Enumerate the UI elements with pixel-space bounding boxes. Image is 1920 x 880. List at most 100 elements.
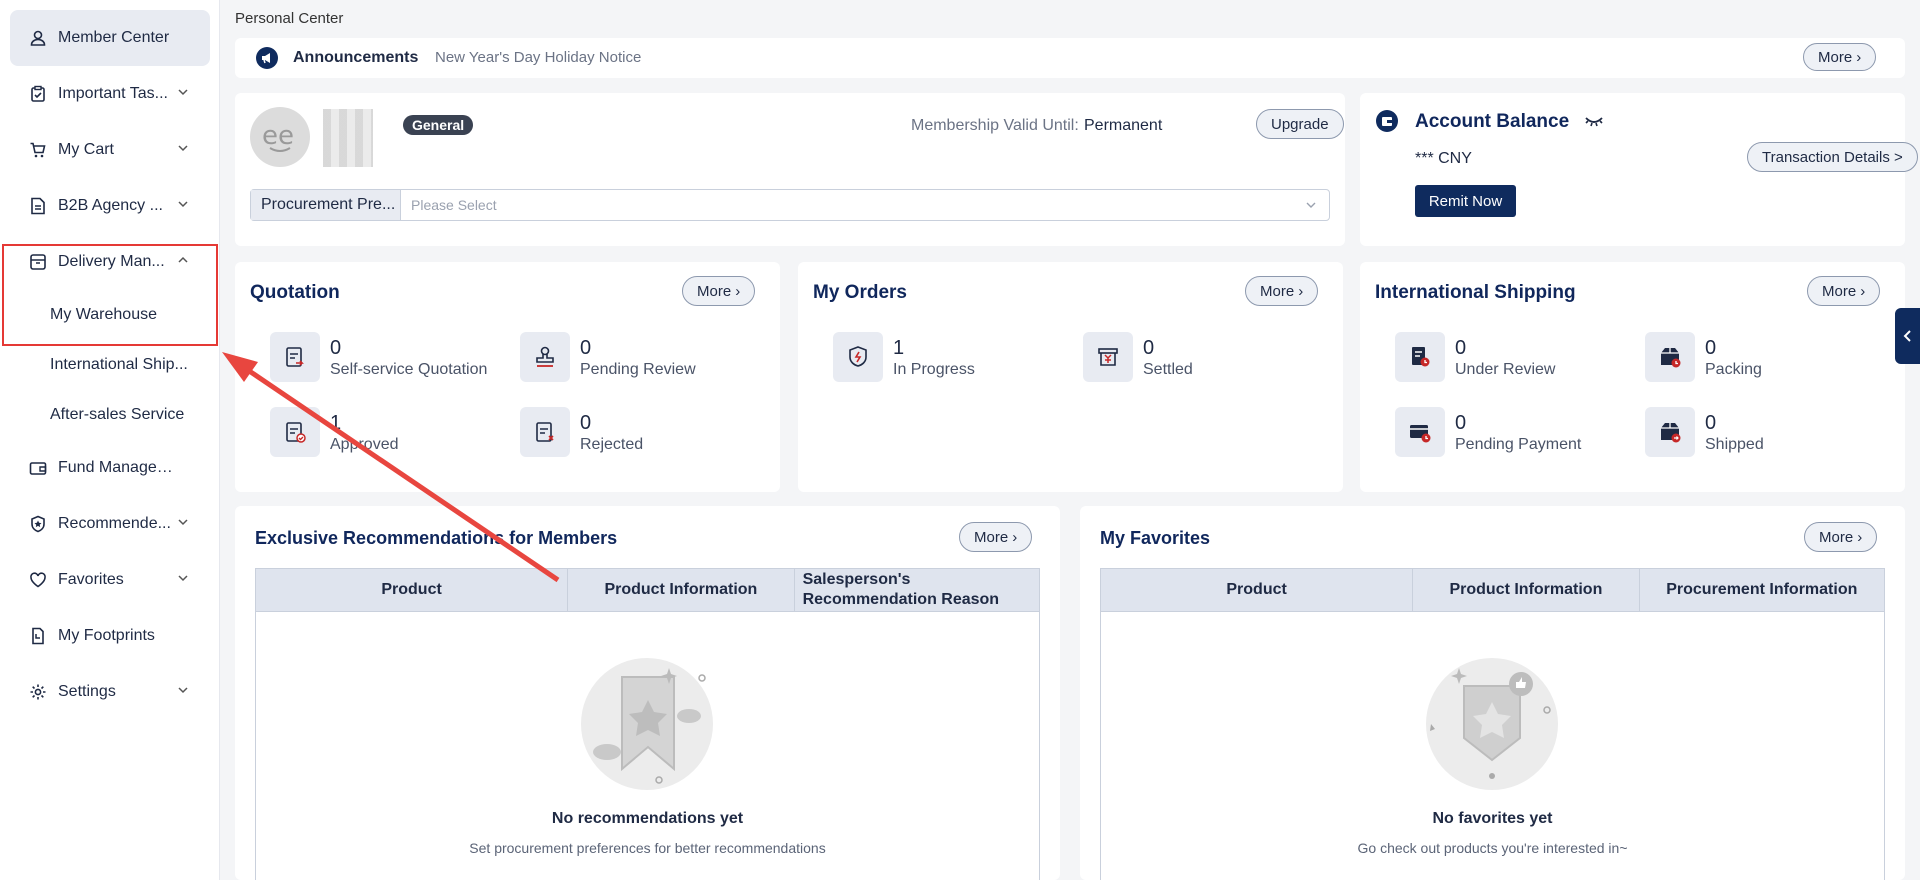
- side-panel-toggle[interactable]: [1895, 308, 1920, 364]
- stat-approved[interactable]: 1 Approved: [270, 407, 399, 457]
- stat-under-review[interactable]: 0 Under Review: [1395, 332, 1555, 382]
- more-label: More: [1260, 282, 1295, 300]
- favorites-table-body: No favorites yet Go check out products y…: [1100, 612, 1885, 880]
- member-level-badge: General: [403, 115, 474, 135]
- profile-card: ee General Membership Valid Until: Perma…: [235, 93, 1345, 246]
- column-header: Product: [1101, 569, 1414, 611]
- stat-settled[interactable]: 0 Settled: [1083, 332, 1193, 382]
- chevron-right-icon: ›: [1857, 528, 1863, 546]
- badge-star-icon: [28, 514, 48, 534]
- account-balance-amount: *** CNY: [1415, 150, 1472, 167]
- stat-rejected[interactable]: 0 Rejected: [520, 407, 643, 457]
- stat-value: 0: [1705, 337, 1717, 359]
- empty-favorites-illustration: [1426, 658, 1558, 790]
- chevron-left-icon: [1903, 330, 1911, 342]
- stat-value: 0: [330, 337, 342, 359]
- user-icon: [28, 28, 48, 48]
- orders-more-button[interactable]: More ›: [1245, 276, 1319, 306]
- chevron-right-icon: ›: [1298, 282, 1304, 300]
- stat-packing[interactable]: 0 Packing: [1645, 332, 1762, 382]
- transaction-details-button[interactable]: Transaction Details >: [1747, 142, 1918, 172]
- stat-label: Shipped: [1705, 436, 1764, 453]
- stat-label: Settled: [1143, 361, 1193, 378]
- sidebar-sub-item-international-shipping[interactable]: International Ship...: [50, 356, 188, 374]
- chevron-right-icon: ›: [1012, 528, 1018, 546]
- empty-favorites-subtitle: Go check out products you're interested …: [1357, 840, 1628, 856]
- recommendations-more-button[interactable]: More ›: [959, 522, 1033, 552]
- announcements-title: Announcements: [293, 49, 419, 66]
- stat-label: Self-service Quotation: [330, 361, 488, 378]
- announcements-more-button[interactable]: More ›: [1803, 43, 1877, 71]
- column-header: Product Information: [568, 569, 795, 611]
- announcement-notice[interactable]: New Year's Day Holiday Notice: [435, 49, 641, 66]
- stat-self-service-quotation[interactable]: 0 Self-service Quotation: [270, 332, 487, 382]
- username-blurred: [323, 109, 373, 167]
- empty-recommendations-illustration: [581, 658, 713, 790]
- chevron-down-icon: [1305, 190, 1329, 220]
- package-clock-icon: [1645, 332, 1695, 382]
- stat-value: 0: [1455, 412, 1467, 434]
- sidebar-item-my-footprints[interactable]: My Footprints: [10, 608, 210, 664]
- avatar: ee: [250, 107, 310, 167]
- empty-recommendations-title: No recommendations yet: [551, 810, 744, 827]
- column-header: Product Information: [1413, 569, 1640, 611]
- sidebar-item-b2b-agency[interactable]: B2B Agency ...: [10, 178, 210, 234]
- remit-now-button[interactable]: Remit Now: [1415, 185, 1516, 217]
- more-label: More: [697, 282, 732, 300]
- gear-icon: [28, 682, 48, 702]
- favorites-more-button[interactable]: More ›: [1804, 522, 1878, 552]
- stat-shipped[interactable]: 0 Shipped: [1645, 407, 1764, 457]
- stat-pending-payment[interactable]: 0 Pending Payment: [1395, 407, 1581, 457]
- sidebar-item-settings[interactable]: Settings: [10, 664, 210, 720]
- favorites-title: My Favorites: [1100, 528, 1211, 548]
- favorites-card: My Favorites More › Product Product Infor…: [1080, 506, 1905, 880]
- recommendations-title: Exclusive Recommendations for Members: [255, 528, 618, 548]
- sidebar-item-label: Settings: [58, 683, 116, 700]
- sidebar-item-my-cart[interactable]: My Cart: [10, 122, 210, 178]
- membership-valid-value: Permanent: [1084, 117, 1163, 134]
- account-balance-card: Account Balance *** CNY Transaction Deta…: [1360, 93, 1918, 246]
- sidebar-item-recommended[interactable]: Recommende...: [10, 496, 210, 552]
- sidebar-sub-item-after-sales[interactable]: After-sales Service: [50, 406, 184, 424]
- quotation-more-button[interactable]: More ›: [682, 276, 756, 306]
- eye-hidden-icon[interactable]: [1584, 112, 1604, 133]
- sidebar-item-favorites[interactable]: Favorites: [10, 552, 210, 608]
- chevron-down-icon: [178, 145, 188, 152]
- stat-value: 0: [1455, 337, 1467, 359]
- stat-label: Pending Review: [580, 361, 696, 378]
- more-label: More: [1818, 48, 1853, 66]
- international-shipping-title: International Shipping: [1375, 282, 1576, 303]
- receipt-yen-icon: [1083, 332, 1133, 382]
- megaphone-icon: [255, 46, 279, 75]
- document-icon: [28, 196, 48, 216]
- stat-label: Packing: [1705, 361, 1762, 378]
- sidebar-item-label: Important Tas...: [58, 85, 168, 102]
- recommendations-table-body: No recommendations yet Set procurement p…: [255, 612, 1040, 880]
- sidebar-item-label: My Cart: [58, 141, 114, 158]
- document-clock-icon: [1395, 332, 1445, 382]
- empty-favorites-title: No favorites yet: [1432, 810, 1553, 827]
- heart-icon: [28, 570, 48, 590]
- wallet-icon: [28, 458, 48, 478]
- sidebar-item-fund-management[interactable]: Fund Management: [10, 440, 210, 496]
- sidebar-item-member-center[interactable]: Member Center: [10, 10, 210, 66]
- clipboard-rejected-icon: [520, 407, 570, 457]
- sidebar-item-label: B2B Agency ...: [58, 197, 163, 214]
- favorites-table-header: Product Product Information Procurement …: [1100, 568, 1885, 612]
- upgrade-button[interactable]: Upgrade: [1256, 109, 1344, 139]
- empty-recommendations-subtitle: Set procurement preferences for better r…: [469, 840, 826, 856]
- chevron-down-icon: [178, 89, 188, 96]
- sidebar-item-label: Recommende...: [58, 515, 171, 532]
- sidebar-item-label: Fund Management: [58, 459, 176, 476]
- more-label: More: [1822, 282, 1857, 300]
- stat-pending-review[interactable]: 0 Pending Review: [520, 332, 696, 382]
- sidebar-item-label: Favorites: [58, 571, 124, 588]
- sidebar-item-important-tasks[interactable]: Important Tas...: [10, 66, 210, 122]
- shipping-more-button[interactable]: More ›: [1807, 276, 1881, 306]
- recommendations-card: Exclusive Recommendations for Members Mo…: [235, 506, 1060, 880]
- quotation-card: Quotation More › 0 Self-service Quotation …: [235, 262, 780, 492]
- procurement-preference-label: Procurement Pre...: [251, 190, 401, 220]
- procurement-preference-select[interactable]: Please Select: [401, 190, 1305, 220]
- stat-label: Approved: [330, 436, 399, 453]
- stat-in-progress[interactable]: 1 In Progress: [833, 332, 975, 382]
